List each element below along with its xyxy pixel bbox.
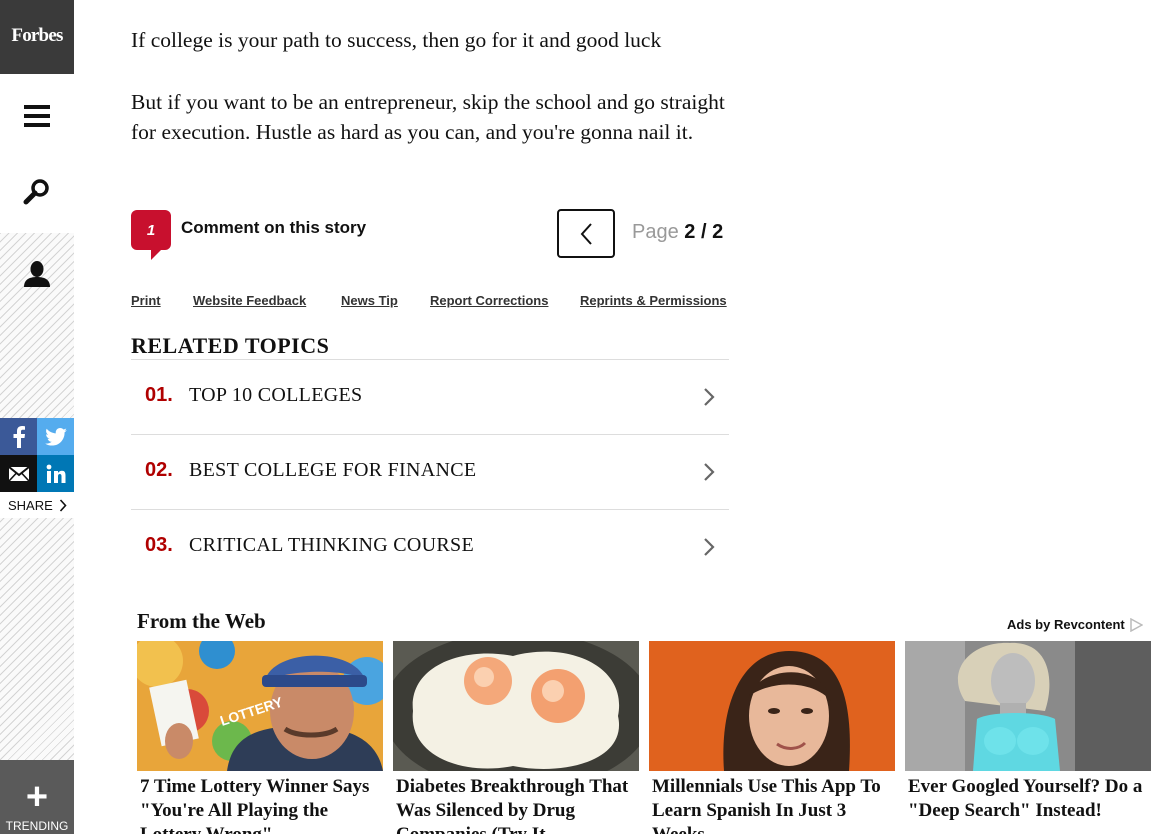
chevron-right-icon	[704, 463, 715, 481]
comment-count-badge: 1	[131, 210, 171, 260]
search-button[interactable]	[0, 165, 74, 217]
print-link[interactable]: Print	[131, 293, 161, 308]
chevron-left-icon	[580, 222, 592, 245]
share-more-button[interactable]: SHARE	[0, 492, 74, 518]
sponsored-card[interactable]: Diabetes Breakthrough That Was Silenced …	[393, 641, 639, 834]
reprints-permissions-link[interactable]: Reprints & Permissions	[580, 293, 727, 308]
chevron-right-icon	[704, 538, 715, 556]
ad-choices-icon	[1130, 617, 1143, 632]
related-topic-item[interactable]: 02. BEST COLLEGE FOR FINANCE	[131, 435, 729, 510]
facebook-icon	[13, 425, 25, 448]
twitter-icon	[44, 427, 67, 446]
page-label: Page	[632, 221, 679, 243]
article-paragraph: But if you want to be an entrepreneur, s…	[131, 90, 725, 144]
sponsored-image-search	[905, 641, 1151, 771]
trending-label: TRENDING	[5, 819, 69, 833]
related-topics-heading: RELATED TOPICS	[131, 333, 330, 358]
article-paragraph: If college is your path to success, then…	[131, 28, 662, 52]
report-corrections-link[interactable]: Report Corrections	[430, 293, 548, 308]
topic-label: BEST COLLEGE FOR FINANCE	[189, 459, 477, 481]
comment-label: Comment on this story	[181, 218, 367, 237]
topic-number: 02.	[145, 459, 173, 481]
user-button[interactable]	[0, 248, 74, 300]
twitter-share-button[interactable]	[37, 418, 74, 455]
sponsored-caption: 7 Time Lottery Winner Says "You're All P…	[140, 776, 370, 834]
forbes-logo[interactable]: Forbes	[0, 0, 74, 74]
sponsored-card[interactable]: Millennials Use This App To Learn Spanis…	[649, 641, 895, 834]
news-tip-link[interactable]: News Tip	[341, 293, 398, 308]
sponsored-caption: Diabetes Breakthrough That Was Silenced …	[396, 776, 629, 834]
search-icon	[23, 179, 49, 205]
user-icon	[24, 261, 50, 287]
sponsored-card[interactable]: LOTTERY 7 Time Lottery Winner Says "You'…	[137, 641, 383, 834]
topic-label: CRITICAL THINKING COURSE	[189, 534, 474, 556]
topic-number: 03.	[145, 534, 173, 556]
previous-page-button[interactable]	[557, 209, 615, 258]
topic-label: TOP 10 COLLEGES	[189, 384, 363, 406]
left-rail: Forbes SHARE + TRENDING	[0, 0, 74, 834]
ads-by-revcontent-link[interactable]: Ads by Revcontent	[1007, 617, 1143, 632]
sponsored-image-woman	[649, 641, 895, 771]
linkedin-share-button[interactable]	[37, 455, 74, 492]
sponsored-caption: Millennials Use This App To Learn Spanis…	[652, 776, 881, 834]
email-icon	[8, 466, 29, 481]
related-topic-item[interactable]: 03. CRITICAL THINKING COURSE	[131, 510, 729, 585]
from-the-web-heading: From the Web	[137, 609, 266, 633]
related-topic-item[interactable]: 01. TOP 10 COLLEGES	[131, 360, 729, 435]
article-tools: Print Website Feedback News Tip Report C…	[131, 293, 731, 313]
facebook-share-button[interactable]	[0, 418, 37, 455]
chevron-right-icon	[704, 388, 715, 406]
plus-icon: +	[25, 776, 49, 818]
sponsored-caption: Ever Googled Yourself? Do a "Deep Search…	[908, 776, 1143, 821]
linkedin-icon	[46, 464, 65, 483]
comment-link[interactable]: 1 Comment on this story	[131, 210, 367, 260]
page-indicator: Page 2 / 2	[632, 221, 723, 244]
share-label: SHARE	[8, 497, 53, 513]
page-number: 2 / 2	[684, 221, 724, 243]
menu-button[interactable]	[0, 90, 74, 142]
sponsored-image-eggs	[393, 641, 639, 771]
sponsored-image-lottery: LOTTERY	[137, 641, 383, 771]
menu-icon	[24, 105, 50, 127]
chevron-right-icon	[59, 498, 67, 512]
topic-number: 01.	[145, 384, 173, 406]
sponsored-card[interactable]: Ever Googled Yourself? Do a "Deep Search…	[905, 641, 1151, 834]
website-feedback-link[interactable]: Website Feedback	[193, 293, 306, 308]
trending-button[interactable]: + TRENDING	[0, 760, 74, 834]
ads-by-label: Ads by Revcontent	[1007, 617, 1125, 632]
share-buttons	[0, 418, 74, 492]
email-share-button[interactable]	[0, 455, 37, 492]
